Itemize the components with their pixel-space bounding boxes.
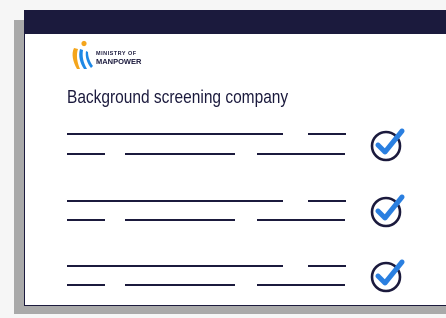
document-card: MINISTRY OF MANPOWER Background screenin… bbox=[24, 10, 446, 306]
placeholder-line bbox=[257, 284, 345, 286]
ministry-logo: MINISTRY OF MANPOWER bbox=[67, 40, 167, 74]
placeholder-line bbox=[67, 265, 283, 267]
top-bar bbox=[25, 11, 446, 34]
placeholder-line bbox=[67, 133, 283, 135]
placeholder-line bbox=[308, 200, 346, 202]
placeholder-line bbox=[67, 200, 283, 202]
check-circle-icon bbox=[370, 128, 405, 162]
check-circle-icon bbox=[370, 259, 405, 293]
placeholder-line bbox=[125, 284, 235, 286]
placeholder-line bbox=[125, 219, 235, 221]
placeholder-line bbox=[308, 133, 346, 135]
check-circle-icon bbox=[370, 194, 405, 228]
logo-text-line2: MANPOWER bbox=[96, 57, 142, 66]
card-heading: Background screening company bbox=[67, 87, 289, 107]
placeholder-line bbox=[67, 153, 105, 155]
placeholder-line bbox=[67, 284, 105, 286]
placeholder-line bbox=[257, 153, 345, 155]
placeholder-line bbox=[257, 219, 345, 221]
placeholder-line bbox=[308, 265, 346, 267]
placeholder-line bbox=[125, 153, 235, 155]
placeholder-line bbox=[67, 219, 105, 221]
mom-flame-logo-icon bbox=[72, 40, 93, 69]
